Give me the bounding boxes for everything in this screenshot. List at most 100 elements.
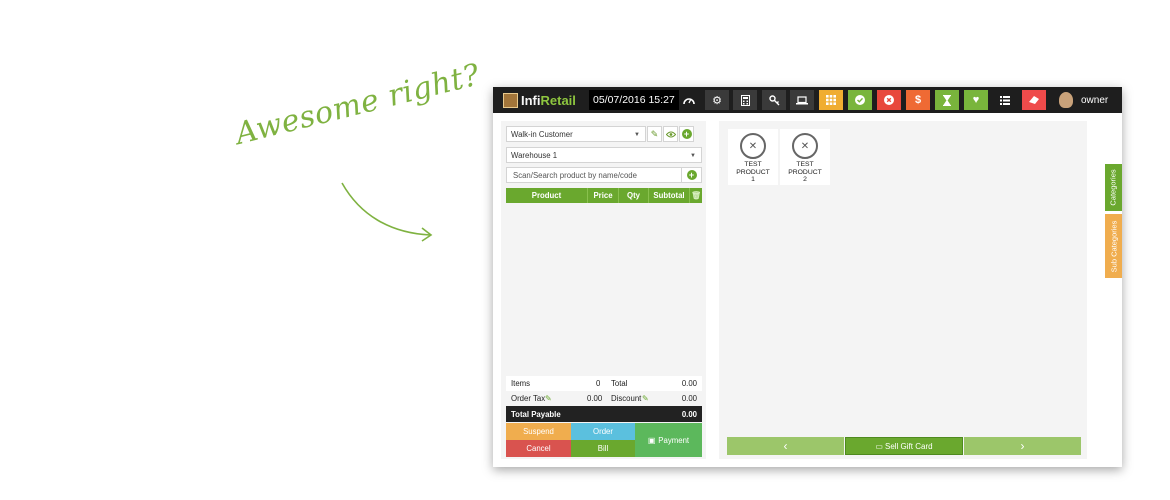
discount-label: Discount [611, 394, 642, 403]
product-name: TEST PRODUCT [788, 161, 822, 176]
laptop-button[interactable] [790, 90, 814, 110]
previous-page-button[interactable]: ‹ [727, 437, 844, 455]
trash-icon[interactable]: 🗑 [690, 188, 702, 203]
payment-button[interactable]: ▣ Payment [635, 423, 702, 457]
dashboard-button[interactable] [677, 90, 701, 110]
pos-window: Infi Retail 05/07/2016 15:27 ⚙ $ ♥ owner… [493, 87, 1122, 467]
clear-button[interactable] [1022, 90, 1046, 110]
items-label: Items [511, 379, 531, 388]
suspend-button[interactable]: Suspend [506, 423, 571, 440]
customer-value: Walk-in Customer [511, 130, 573, 139]
product-tile[interactable]: ✕ TEST PRODUCT 2 [780, 129, 830, 185]
key-button[interactable] [762, 90, 786, 110]
pencil-icon: ✎ [650, 128, 659, 139]
totals-row-tax: Order Tax ✎ 0.00 Discount ✎ 0.00 [506, 391, 702, 406]
add-icon: + [686, 170, 697, 180]
settings-icon: ⚙ [712, 94, 722, 107]
logo-icon [503, 92, 518, 108]
card-icon: ▭ [875, 441, 883, 451]
list-button[interactable] [993, 90, 1017, 110]
list-icon [1000, 95, 1010, 105]
order-tax-label: Order Tax [511, 394, 546, 403]
customer-select[interactable]: Walk-in Customer ▼ [506, 126, 646, 142]
view-customer-button[interactable] [663, 126, 678, 142]
heart-icon: ♥ [972, 94, 980, 106]
edit-tax-icon[interactable]: ✎ [545, 394, 552, 403]
edit-customer-button[interactable]: ✎ [647, 126, 662, 142]
total-label: Total [611, 379, 628, 388]
product-name: TEST PRODUCT [736, 161, 770, 176]
edit-discount-icon[interactable]: ✎ [642, 394, 649, 403]
laptop-icon [796, 95, 808, 104]
datetime-display: 05/07/2016 15:27 [589, 90, 679, 110]
money-icon: ▣ [647, 435, 656, 445]
total-value: 0.00 [681, 379, 697, 388]
order-button[interactable]: Order [571, 423, 635, 440]
no-image-icon: ✕ [792, 133, 818, 159]
product-name-number: 1 [751, 176, 755, 183]
hourglass-button[interactable] [935, 90, 959, 110]
add-customer-button[interactable]: + [679, 126, 694, 142]
chevron-down-icon: ▼ [690, 153, 696, 159]
bill-button[interactable]: Bill [571, 440, 635, 457]
payable-label: Total Payable [511, 410, 561, 419]
column-subtotal: Subtotal [649, 188, 690, 203]
sub-categories-label: Sub Categories [1109, 220, 1119, 272]
dashboard-icon [683, 98, 695, 105]
product-pager: ‹ ▭ Sell Gift Card › [727, 437, 1081, 455]
dollar-icon: $ [914, 94, 922, 106]
product-tile[interactable]: ✕ TEST PRODUCT 1 [728, 129, 778, 185]
gift-card-label: Sell Gift Card [884, 441, 933, 451]
annotation-arrow-icon [341, 182, 433, 242]
eraser-icon [1029, 96, 1039, 104]
no-image-icon: ✕ [740, 133, 766, 159]
total-payable-bar: Total Payable 0.00 [506, 406, 702, 422]
product-name-number: 2 [803, 176, 807, 183]
product-search-input[interactable]: Scan/Search product by name/code [506, 167, 684, 183]
tab-categories[interactable]: Categories [1105, 164, 1122, 211]
categories-label: Categories [1109, 169, 1118, 206]
check-icon [855, 95, 865, 105]
user-menu[interactable]: owner [1059, 92, 1108, 108]
app-logo[interactable]: Infi Retail [503, 92, 576, 108]
items-value: 0 [596, 379, 601, 388]
search-placeholder: Scan/Search product by name/code [513, 171, 637, 180]
username: owner [1081, 94, 1109, 106]
chevron-down-icon: ▼ [634, 132, 640, 138]
order-panel: Walk-in Customer ▼ ✎ + Warehouse 1 ▼ Sca… [501, 121, 706, 459]
add-icon: + [681, 129, 692, 139]
order-table-header: Product Price Qty Subtotal 🗑 [506, 188, 702, 203]
discount-value: 0.00 [681, 394, 697, 403]
logo-text-infi: Infi [521, 92, 541, 108]
sell-gift-card-button[interactable]: ▭ Sell Gift Card [845, 437, 963, 455]
cancel-sale-button[interactable] [877, 90, 901, 110]
dollar-button[interactable]: $ [906, 90, 930, 110]
column-product: Product [506, 188, 588, 203]
favorites-button[interactable]: ♥ [964, 90, 988, 110]
key-icon [768, 94, 779, 105]
cancel-icon [884, 95, 894, 105]
product-grid-panel: ✕ TEST PRODUCT 1 ✕ TEST PRODUCT 2 ‹ ▭ Se… [719, 121, 1087, 459]
calculator-button[interactable] [733, 90, 757, 110]
settings-button[interactable]: ⚙ [705, 90, 729, 110]
check-button[interactable] [848, 90, 872, 110]
totals-row-items: Items 0 Total 0.00 [506, 376, 702, 391]
grid-button[interactable] [819, 90, 843, 110]
tab-sub-categories[interactable]: Sub Categories [1105, 214, 1122, 278]
order-tax-value: 0.00 [587, 394, 603, 403]
logo-text-retail: Retail [540, 92, 576, 108]
add-product-button[interactable]: + [681, 167, 702, 183]
payable-value: 0.00 [681, 410, 697, 419]
next-page-button[interactable]: › [964, 437, 1081, 455]
warehouse-select[interactable]: Warehouse 1 ▼ [506, 147, 702, 163]
eye-icon [665, 131, 676, 137]
main-content: Walk-in Customer ▼ ✎ + Warehouse 1 ▼ Sca… [493, 113, 1122, 467]
column-qty: Qty [619, 188, 649, 203]
cancel-button[interactable]: Cancel [506, 440, 571, 457]
payment-label: Payment [658, 435, 690, 445]
hourglass-icon [943, 94, 951, 106]
warehouse-value: Warehouse 1 [511, 151, 558, 160]
grid-icon [826, 95, 836, 105]
totals-section: Items 0 Total 0.00 Order Tax ✎ 0.00 Disc… [506, 376, 702, 406]
top-toolbar: Infi Retail 05/07/2016 15:27 ⚙ $ ♥ owner [493, 87, 1122, 113]
